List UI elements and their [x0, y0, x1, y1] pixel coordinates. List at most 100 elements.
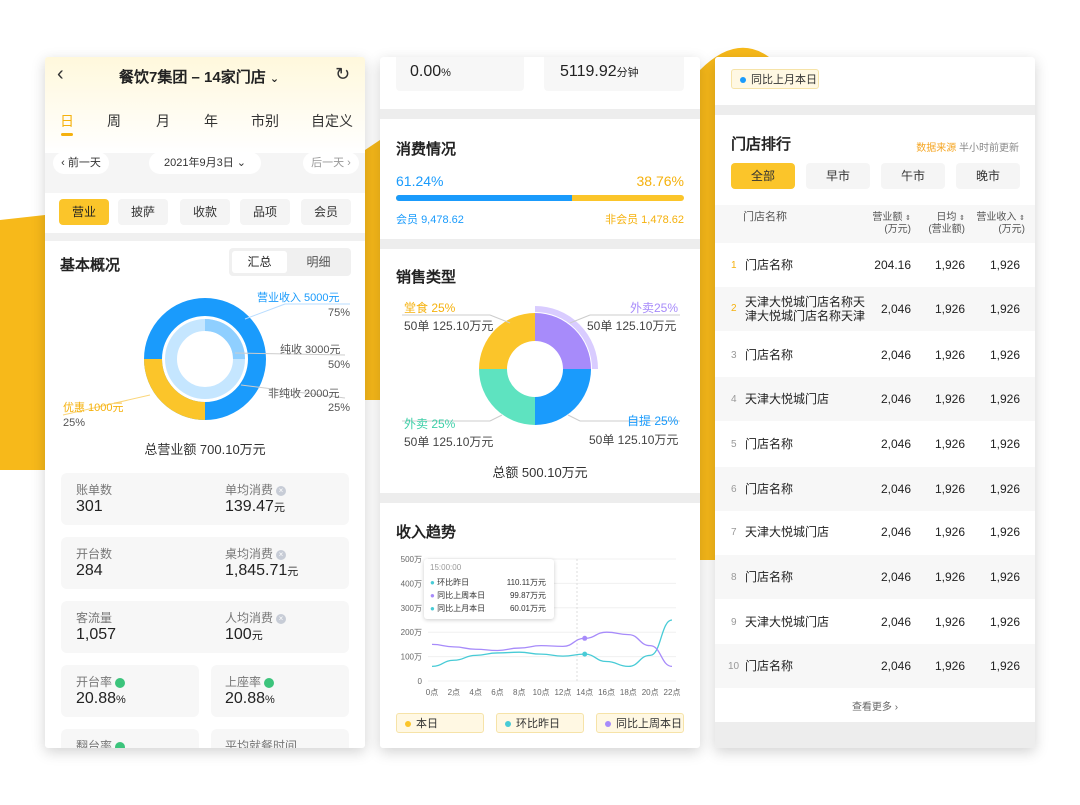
info-icon[interactable]: ×: [276, 613, 287, 624]
seg-detail[interactable]: 明细: [291, 251, 346, 273]
legend-today[interactable]: 本日: [396, 713, 484, 733]
data-point: [582, 651, 588, 657]
legend-last-month[interactable]: 同比上月本日: [731, 69, 819, 89]
tab-city[interactable]: 市别: [251, 111, 279, 131]
back-icon[interactable]: ‹: [57, 63, 64, 86]
row-revenue: 2,046: [880, 482, 911, 496]
seg-summary[interactable]: 汇总: [232, 251, 287, 273]
row-revenue: 2,046: [880, 302, 911, 316]
info-icon[interactable]: ×: [276, 485, 287, 496]
view-more-link[interactable]: 查看更多 ›: [715, 698, 1035, 713]
chip-payment[interactable]: 收款: [180, 199, 230, 225]
col-income[interactable]: 营业收入 ⇕ (万元): [969, 212, 1025, 235]
tooltip-row: ● 同比上月本日: [430, 604, 486, 613]
tooltip-row: ● 环比昨日: [430, 578, 470, 587]
table-row[interactable]: 4 天津大悦城门店 2,046 1,926 1,926: [715, 377, 1035, 421]
tab-underline: [61, 133, 73, 136]
row-income: 1,926: [989, 615, 1020, 629]
table-row[interactable]: 5 门店名称 2,046 1,926 1,926: [715, 422, 1035, 466]
row-daily: 1,926: [934, 615, 965, 629]
footer-gap: [715, 722, 1035, 748]
group-title[interactable]: 餐饮7集团 – 14家门店 ⌄: [119, 66, 279, 87]
row-income: 1,926: [989, 392, 1020, 406]
row-store-name: 门店名称: [745, 437, 794, 451]
refresh-icon[interactable]: ↻: [335, 64, 350, 85]
tab-custom[interactable]: 自定义: [311, 111, 353, 131]
sales-total: 总额 500.10万元: [492, 465, 588, 480]
row-store-name: 门店名称: [745, 482, 794, 496]
row-income: 1,926: [989, 437, 1020, 451]
table-row[interactable]: 1 门店名称 204.16 1,926 1,926: [715, 243, 1035, 287]
donut-net-arc: [204, 319, 245, 360]
sales-delivery2-label: 外卖 25%: [404, 417, 456, 431]
table-row[interactable]: 7 天津大悦城门店 2,046 1,926 1,926: [715, 510, 1035, 554]
table-row[interactable]: 6 门店名称 2,046 1,926 1,926: [715, 467, 1035, 511]
group-title-text: 餐饮7集团 – 14家门店: [119, 69, 266, 86]
stat-tables-label: 开台数: [76, 547, 113, 561]
chip-items[interactable]: 品项: [240, 199, 290, 225]
table-row[interactable]: 8 门店名称 2,046 1,926 1,926: [715, 555, 1035, 599]
table-row[interactable]: 9 天津大悦城门店 2,046 1,926 1,926: [715, 600, 1035, 644]
x-tick-label: 18点: [620, 688, 637, 697]
top-value-1: 0.00%: [410, 63, 451, 80]
slice-pickup: [535, 369, 591, 425]
y-tick-label: 500万: [401, 555, 422, 564]
member-pct: 61.24%: [396, 173, 444, 189]
sales-pickup-detail: 50单 125.10万元: [589, 433, 679, 447]
row-income: 1,926: [989, 482, 1020, 496]
col-revenue[interactable]: 营业额 ⇕ (万元): [867, 212, 911, 235]
slice-delivery: [535, 313, 591, 369]
prev-day-button[interactable]: ‹ 前一天: [53, 152, 109, 174]
table-row[interactable]: 10 门店名称 2,046 1,926 1,926: [715, 644, 1035, 688]
x-tick-label: 10点: [533, 688, 550, 697]
row-store-name: 天津大悦城门店: [745, 525, 830, 539]
revenue-donut: [62, 298, 350, 420]
nonmember-value: 非会员 1,478.62: [605, 214, 684, 226]
clock-icon[interactable]: [115, 741, 126, 748]
tab-day[interactable]: 日: [60, 111, 74, 131]
stat-open-rate-label: 开台率: [76, 673, 126, 690]
tab-year[interactable]: 年: [204, 111, 218, 131]
tab-month[interactable]: 月: [156, 111, 170, 131]
sales-type-title: 销售类型: [396, 269, 457, 286]
legend-yesterday[interactable]: 环比昨日: [496, 713, 584, 733]
consumption-panel: 0.00% 5119.92分钟 消费情况 61.24% 38.76% 会员 9,…: [380, 57, 700, 748]
rank-tab-evening[interactable]: 晚市: [956, 163, 1020, 189]
clock-icon[interactable]: [264, 677, 275, 688]
next-day-label: 后一天: [311, 157, 345, 169]
tab-week[interactable]: 周: [107, 111, 121, 131]
row-store-name: 天津大悦城门店名称天津大悦城门店名称天津: [745, 295, 866, 323]
row-store-name: 天津大悦城门店: [745, 392, 830, 406]
stat-per-person-value: 100元: [225, 626, 263, 643]
info-icon[interactable]: ×: [276, 549, 287, 560]
view-toggle: 汇总 明细: [229, 248, 351, 276]
rank-tab-noon[interactable]: 午市: [881, 163, 945, 189]
tooltip-time: 15:00:00: [430, 563, 462, 572]
rank-tab-morning[interactable]: 早市: [806, 163, 870, 189]
x-tick-label: 16点: [598, 688, 615, 697]
x-tick-label: 14点: [576, 688, 593, 697]
legend-last-week[interactable]: 同比上周本日: [596, 713, 684, 733]
next-day-button[interactable]: 后一天 ›: [303, 152, 359, 174]
chip-member[interactable]: 会员: [301, 199, 351, 225]
date-picker[interactable]: 2021年9月3日 ⌄: [149, 152, 261, 174]
row-income: 1,926: [989, 659, 1020, 673]
row-rank: 10: [728, 661, 740, 672]
table-row[interactable]: 2 天津大悦城门店名称天津大悦城门店名称天津 2,046 1,926 1,926: [715, 287, 1035, 331]
y-tick-label: 400万: [401, 579, 422, 588]
chip-pizza[interactable]: 披萨: [118, 199, 168, 225]
row-rank: 2: [731, 303, 737, 314]
stat-avg-table-label: 桌均消费 ×: [225, 545, 287, 562]
chip-business[interactable]: 营业: [59, 199, 109, 225]
rank-tab-all[interactable]: 全部: [731, 163, 795, 189]
sales-type-card: 销售类型 堂食 25% 50单 125.10万元 外卖25% 50单 125.1…: [380, 249, 700, 493]
clock-icon[interactable]: [115, 677, 126, 688]
consume-title: 消费情况: [396, 141, 457, 158]
table-row[interactable]: 3 门店名称 2,046 1,926 1,926: [715, 333, 1035, 377]
stat-seat-rate-label: 上座率: [225, 673, 275, 690]
slice-delivery-2: [479, 369, 535, 425]
donut-net-pct: 50%: [328, 359, 351, 371]
row-revenue: 2,046: [880, 570, 911, 584]
col-daily[interactable]: 日均 ⇕ (营业额): [917, 212, 965, 235]
sales-delivery-detail: 50单 125.10万元: [587, 319, 677, 333]
